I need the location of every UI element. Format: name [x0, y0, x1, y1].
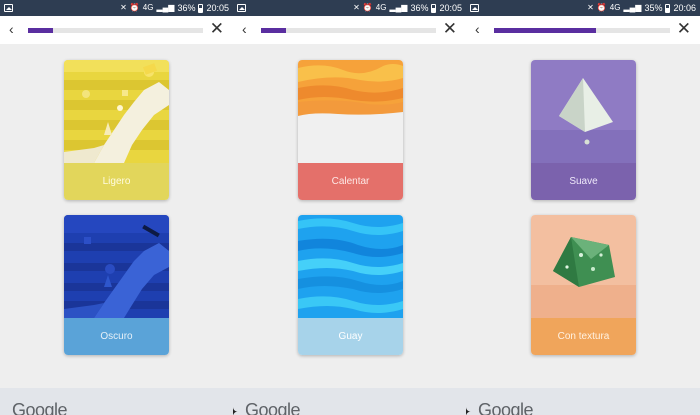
- sparkle-icon: ✦: [233, 405, 239, 415]
- battery-icon: [198, 3, 204, 13]
- image-notification-icon: [237, 4, 246, 12]
- google-logo: Google: [12, 400, 68, 415]
- back-arrow-icon[interactable]: ‹: [475, 21, 480, 37]
- theme-card[interactable]: Calentar: [298, 60, 403, 200]
- green-crystal-art: [531, 215, 636, 318]
- google-logo: Google: [245, 400, 301, 415]
- purple-pyramid-art: [531, 60, 636, 163]
- sparkle-icon: ✦: [466, 405, 472, 415]
- image-notification-icon: [4, 4, 13, 12]
- back-arrow-icon[interactable]: ‹: [9, 21, 14, 37]
- alarm-icon: ⏰: [129, 3, 140, 12]
- google-logo: Google: [478, 400, 534, 415]
- image-notification-icon: [470, 4, 479, 12]
- card-label: Oscuro: [64, 318, 169, 355]
- network-type: 4G: [609, 3, 621, 12]
- bottom-banner: ✦ Google: [233, 388, 466, 415]
- theme-card[interactable]: Guay: [298, 215, 403, 355]
- clock-time: 20:06: [673, 3, 696, 13]
- card-label: Calentar: [298, 163, 403, 200]
- top-bar: ‹ ✕: [233, 16, 466, 44]
- close-icon[interactable]: ✕: [443, 19, 457, 39]
- signal-icon: ▂▄▆: [623, 3, 642, 12]
- close-icon[interactable]: ✕: [677, 19, 691, 39]
- orange-waves-art: [298, 60, 403, 163]
- battery-percent: 36%: [177, 3, 196, 13]
- progress-fill: [28, 28, 53, 33]
- close-icon[interactable]: ✕: [210, 19, 224, 39]
- mute-icon: ✕: [353, 3, 360, 12]
- mute-icon: ✕: [587, 3, 594, 12]
- progress-bar: [28, 28, 203, 33]
- progress-fill: [494, 28, 597, 33]
- theme-card[interactable]: Con textura: [531, 215, 636, 355]
- triptych-screenshot: ✕ ⏰ 4G ▂▄▆ 36% 20:05 ‹ ✕ Ligero Oscuro G…: [0, 0, 700, 415]
- phone-screen-2: ✕ ⏰ 4G ▂▄▆ 36% 20:05 ‹ ✕ Calentar Guay ✦…: [233, 0, 466, 415]
- alarm-icon: ⏰: [362, 3, 373, 12]
- progress-bar: [261, 28, 436, 33]
- card-label: Suave: [531, 163, 636, 200]
- alarm-icon: ⏰: [596, 3, 607, 12]
- progress-fill: [261, 28, 286, 33]
- signal-icon: ▂▄▆: [389, 3, 408, 12]
- signal-icon: ▂▄▆: [156, 3, 175, 12]
- clock-time: 20:05: [439, 3, 462, 13]
- top-bar: ‹ ✕: [466, 16, 700, 44]
- progress-bar: [494, 28, 670, 33]
- status-bar: ✕ ⏰ 4G ▂▄▆ 36% 20:05: [233, 0, 466, 16]
- phone-screen-1: ✕ ⏰ 4G ▂▄▆ 36% 20:05 ‹ ✕ Ligero Oscuro G…: [0, 0, 233, 415]
- network-type: 4G: [375, 3, 387, 12]
- theme-card[interactable]: Suave: [531, 60, 636, 200]
- status-bar: ✕ ⏰ 4G ▂▄▆ 35% 20:06: [466, 0, 700, 16]
- blue-stairs-art: [64, 215, 169, 318]
- bottom-banner: Google: [0, 388, 233, 415]
- status-bar: ✕ ⏰ 4G ▂▄▆ 36% 20:05: [0, 0, 233, 16]
- battery-icon: [431, 3, 437, 13]
- battery-icon: [665, 3, 671, 13]
- yellow-stairs-art: [64, 60, 169, 163]
- phone-screen-3: ✕ ⏰ 4G ▂▄▆ 35% 20:06 ‹ ✕ Suave Con textu…: [466, 0, 700, 415]
- theme-card[interactable]: Ligero: [64, 60, 169, 200]
- battery-percent: 36%: [410, 3, 429, 13]
- theme-card[interactable]: Oscuro: [64, 215, 169, 355]
- card-label: Guay: [298, 318, 403, 355]
- battery-percent: 35%: [644, 3, 663, 13]
- clock-time: 20:05: [206, 3, 229, 13]
- bottom-banner: ✦ Google: [466, 388, 700, 415]
- cyan-waves-art: [298, 215, 403, 318]
- network-type: 4G: [142, 3, 154, 12]
- card-label: Ligero: [64, 163, 169, 200]
- mute-icon: ✕: [120, 3, 127, 12]
- card-label: Con textura: [531, 318, 636, 355]
- back-arrow-icon[interactable]: ‹: [242, 21, 247, 37]
- top-bar: ‹ ✕: [0, 16, 233, 44]
